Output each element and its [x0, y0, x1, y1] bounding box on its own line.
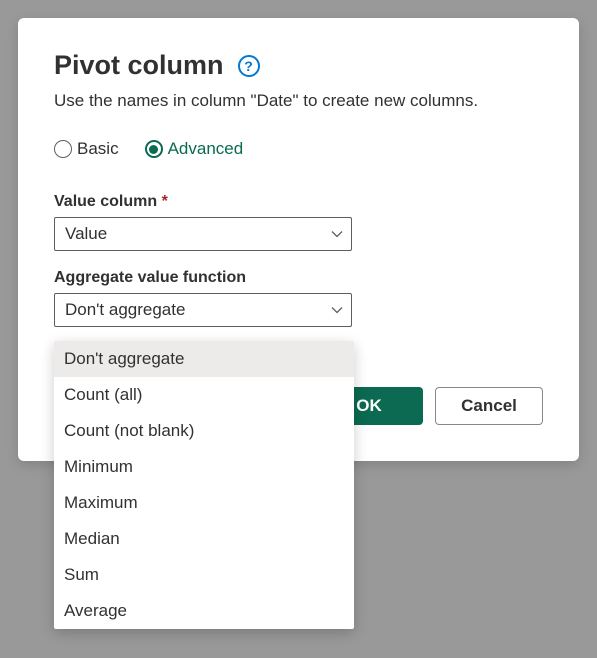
value-column-dropdown[interactable]: Value [54, 217, 352, 251]
radio-circle-icon [145, 140, 163, 158]
dropdown-option-average[interactable]: Average [54, 593, 354, 629]
radio-basic[interactable]: Basic [54, 139, 119, 159]
dropdown-option-sum[interactable]: Sum [54, 557, 354, 593]
aggregate-label: Aggregate value function [54, 269, 543, 287]
aggregate-selected: Don't aggregate [65, 300, 185, 320]
value-column-label: Value column * [54, 193, 543, 211]
aggregate-dropdown[interactable]: Don't aggregate [54, 293, 352, 327]
cancel-button[interactable]: Cancel [435, 387, 543, 425]
help-icon[interactable]: ? [238, 55, 260, 77]
radio-advanced[interactable]: Advanced [145, 139, 244, 159]
dropdown-option-minimum[interactable]: Minimum [54, 449, 354, 485]
aggregate-dropdown-menu: Don't aggregate Count (all) Count (not b… [54, 341, 354, 629]
dialog-title: Pivot column [54, 50, 224, 81]
radio-dot-icon [149, 145, 158, 154]
radio-basic-label: Basic [77, 139, 119, 159]
mode-radio-group: Basic Advanced [54, 139, 543, 159]
chevron-down-icon [331, 304, 343, 316]
dropdown-option-maximum[interactable]: Maximum [54, 485, 354, 521]
value-column-selected: Value [65, 224, 107, 244]
aggregate-field: Aggregate value function Don't aggregate [54, 269, 543, 327]
radio-circle-icon [54, 140, 72, 158]
dropdown-option-count-all[interactable]: Count (all) [54, 377, 354, 413]
radio-advanced-label: Advanced [168, 139, 244, 159]
value-column-field: Value column * Value [54, 193, 543, 251]
dropdown-option-dont-aggregate[interactable]: Don't aggregate [54, 341, 354, 377]
dropdown-option-count-not-blank[interactable]: Count (not blank) [54, 413, 354, 449]
required-indicator: * [162, 193, 168, 210]
chevron-down-icon [331, 228, 343, 240]
dialog-header: Pivot column ? [54, 50, 543, 81]
dropdown-option-median[interactable]: Median [54, 521, 354, 557]
dialog-subtitle: Use the names in column "Date" to create… [54, 91, 543, 111]
